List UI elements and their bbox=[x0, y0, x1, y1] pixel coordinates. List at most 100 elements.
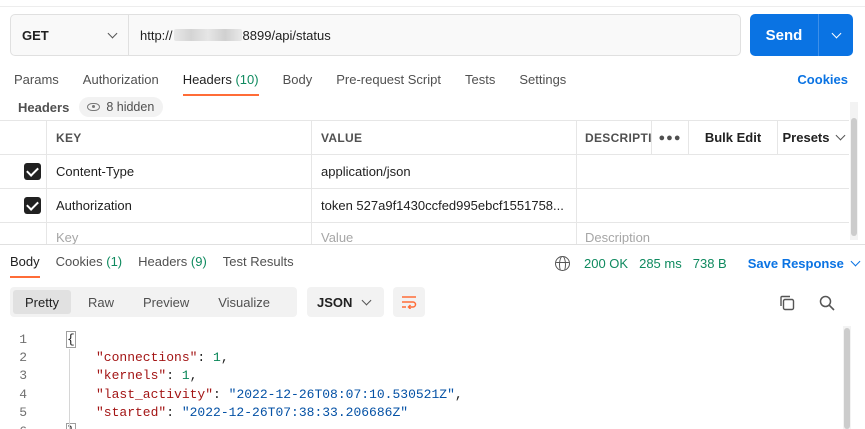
tab-authorization[interactable]: Authorization bbox=[83, 72, 159, 96]
chevron-down-icon bbox=[361, 295, 372, 305]
chevron-down-icon bbox=[836, 130, 846, 141]
send-button-group: Send bbox=[750, 14, 853, 56]
tab-body[interactable]: Body bbox=[283, 72, 313, 96]
chevron-down-icon bbox=[831, 28, 841, 38]
row-checkbox-cell bbox=[0, 155, 47, 188]
new-description-input[interactable]: Description bbox=[577, 223, 849, 245]
new-key-input[interactable]: Key bbox=[47, 223, 312, 245]
tab-settings[interactable]: Settings bbox=[519, 72, 566, 96]
presets-dropdown[interactable]: Presets bbox=[778, 121, 849, 154]
code-line: 3 "kernels": 1, bbox=[0, 367, 840, 385]
presets-label: Presets bbox=[782, 130, 830, 145]
view-visualize-button[interactable]: Visualize bbox=[206, 290, 282, 314]
search-icon[interactable] bbox=[818, 294, 836, 312]
tab-response-body[interactable]: Body bbox=[10, 254, 40, 278]
bulk-edit-button[interactable]: Bulk Edit bbox=[689, 121, 778, 154]
indent-guide bbox=[69, 349, 70, 429]
view-mode-group: Pretty Raw Preview Visualize bbox=[10, 287, 297, 317]
format-label: JSON bbox=[317, 294, 353, 310]
header-description-cell[interactable] bbox=[577, 189, 849, 222]
table-row: Authorization token 527a9f1430ccfed995eb… bbox=[0, 189, 849, 223]
json-key: "kernels" bbox=[96, 368, 167, 384]
tab-headers[interactable]: Headers (10) bbox=[182, 72, 259, 96]
tab-label: Headers bbox=[182, 72, 232, 87]
hidden-count: 8 hidden bbox=[106, 100, 155, 114]
status-code[interactable]: 200 OK bbox=[584, 256, 628, 271]
header-key-cell[interactable]: Content-Type bbox=[47, 155, 312, 188]
view-pretty-button[interactable]: Pretty bbox=[13, 290, 71, 314]
row-checkbox[interactable] bbox=[23, 197, 41, 214]
tab-label: Settings bbox=[519, 72, 567, 87]
tab-tests[interactable]: Tests bbox=[465, 72, 495, 96]
tab-count: (9) bbox=[190, 254, 207, 269]
tab-label: Params bbox=[14, 72, 59, 87]
chevron-down-icon bbox=[850, 256, 861, 266]
json-string: "2022-12-26T07:38:33.206686Z" bbox=[181, 405, 409, 421]
json-number: 1 bbox=[213, 350, 221, 366]
cookies-link[interactable]: Cookies bbox=[797, 72, 848, 87]
tab-response-headers[interactable]: Headers (9) bbox=[138, 254, 207, 278]
row-checkbox-cell bbox=[0, 223, 47, 245]
line-number: 4 bbox=[19, 386, 27, 402]
tab-label: Pre-request Script bbox=[336, 72, 441, 87]
row-checkbox-cell bbox=[0, 189, 47, 222]
code-line: 5 "started": "2022-12-26T07:38:33.206686… bbox=[0, 404, 840, 422]
view-raw-button[interactable]: Raw bbox=[76, 290, 126, 314]
code-line: 2 "connections": 1, bbox=[0, 348, 840, 366]
header-value-cell[interactable]: token 527a9f1430ccfed995ebcf1551758... bbox=[312, 189, 577, 222]
send-options-button[interactable] bbox=[818, 14, 853, 56]
send-button[interactable]: Send bbox=[750, 14, 818, 56]
value-column-header: VALUE bbox=[312, 121, 577, 154]
tab-pre-request-script[interactable]: Pre-request Script bbox=[336, 72, 441, 96]
response-body-editor[interactable]: 1 { 2 "connections": 1, 3 "kernels": 1, … bbox=[0, 330, 840, 429]
tab-response-cookies[interactable]: Cookies (1) bbox=[56, 254, 122, 278]
more-options-icon[interactable]: ●●● bbox=[652, 121, 689, 154]
request-tabs: Params Authorization Headers (10) Body P… bbox=[14, 72, 590, 96]
key-column-header: KEY bbox=[47, 121, 312, 154]
checkbox-column-header bbox=[0, 121, 47, 154]
response-scrollbar[interactable] bbox=[844, 328, 850, 429]
json-key: "last_activity" bbox=[96, 386, 214, 402]
response-time[interactable]: 285 ms bbox=[639, 256, 682, 271]
code-line: 1 { bbox=[0, 330, 840, 348]
json-string: "2022-12-26T08:07:10.530521Z" bbox=[228, 386, 455, 402]
json-comma: , bbox=[189, 368, 198, 384]
view-preview-button[interactable]: Preview bbox=[131, 290, 201, 314]
url-prefix: http:// bbox=[140, 27, 173, 43]
json-key: "connections" bbox=[96, 350, 198, 366]
hidden-headers-toggle[interactable]: 8 hidden bbox=[79, 97, 164, 117]
save-response-button[interactable]: Save Response bbox=[747, 255, 861, 271]
save-response-label: Save Response bbox=[747, 255, 844, 271]
description-column-header: DESCRIPTI ●●● Bulk Edit Presets bbox=[577, 121, 849, 154]
request-scrollbar[interactable] bbox=[851, 118, 857, 236]
line-number: 2 bbox=[19, 350, 27, 366]
eye-icon bbox=[87, 103, 101, 111]
response-tabs: Body Cookies (1) Headers (9) Test Result… bbox=[10, 254, 310, 278]
new-value-input[interactable]: Value bbox=[312, 223, 577, 245]
copy-icon[interactable] bbox=[778, 294, 796, 312]
header-value-cell[interactable]: application/json bbox=[312, 155, 577, 188]
wrap-lines-button[interactable] bbox=[393, 287, 425, 317]
url-input[interactable]: http:// 8899/api/status bbox=[129, 15, 740, 55]
json-brace: { bbox=[66, 330, 76, 348]
json-comma: , bbox=[220, 350, 229, 366]
globe-icon[interactable] bbox=[555, 255, 570, 271]
headers-table: KEY VALUE DESCRIPTI ●●● Bulk Edit Preset… bbox=[0, 120, 849, 245]
tab-params[interactable]: Params bbox=[14, 72, 59, 96]
tab-label: Tests bbox=[464, 72, 496, 87]
method-select[interactable]: GET bbox=[11, 15, 129, 55]
tab-test-results[interactable]: Test Results bbox=[223, 254, 294, 278]
tab-label: Body bbox=[10, 254, 40, 269]
description-label: DESCRIPTI bbox=[577, 121, 652, 154]
format-select[interactable]: JSON bbox=[307, 287, 384, 317]
code-line: 4 "last_activity": "2022-12-26T08:07:10.… bbox=[0, 385, 840, 403]
tab-label: Test Results bbox=[222, 254, 294, 269]
header-key-cell[interactable]: Authorization bbox=[47, 189, 312, 222]
line-number: 1 bbox=[19, 331, 27, 347]
row-checkbox[interactable] bbox=[23, 163, 41, 180]
code-line: 6 } bbox=[0, 422, 840, 429]
tab-label: Cookies bbox=[55, 254, 103, 269]
response-size[interactable]: 738 B bbox=[693, 256, 727, 271]
header-description-cell[interactable] bbox=[577, 155, 849, 188]
pane-divider[interactable] bbox=[0, 244, 865, 245]
